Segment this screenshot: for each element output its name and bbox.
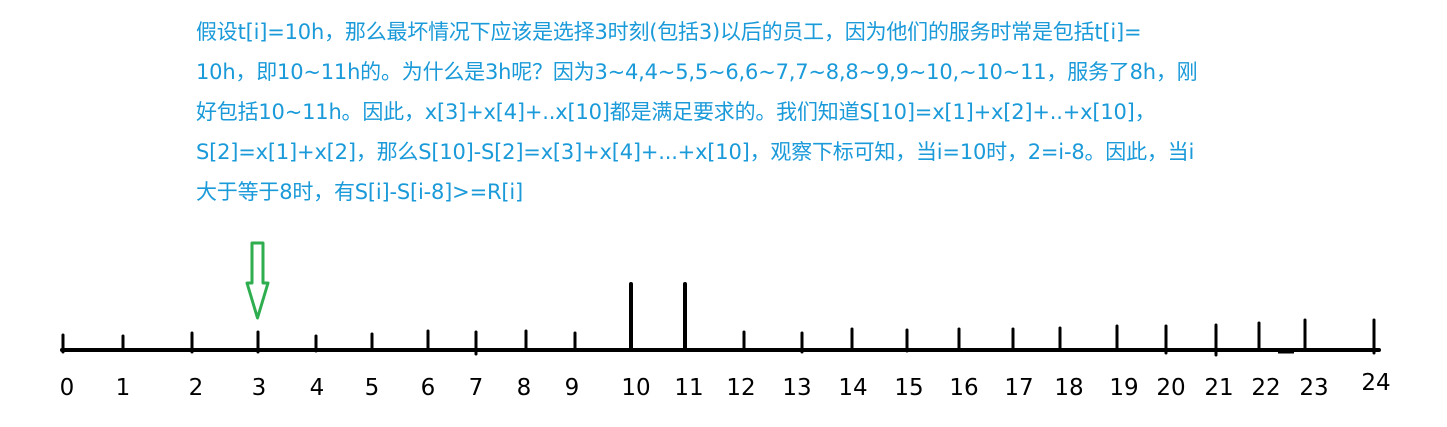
- timeline-label-19: 19: [1109, 375, 1138, 401]
- timeline-label-7: 7: [469, 375, 484, 401]
- timeline-label-3: 3: [252, 375, 267, 401]
- timeline-label-21: 21: [1204, 375, 1233, 401]
- timeline-label-23: 23: [1299, 375, 1328, 401]
- timeline: 0 1 2 3 4 5 6 7 8 9 10 11 12 13 14 15 16 17 18 19 20 21 22 23 24: [60, 241, 1391, 401]
- timeline-label-11: 11: [674, 375, 703, 401]
- timeline-label-18: 18: [1054, 375, 1083, 401]
- diagram-canvas: 假设t[i]=10h，那么最坏情况下应该是选择3时刻(包括3)以后的员工，因为他…: [0, 0, 1447, 427]
- timeline-label-16: 16: [949, 375, 978, 401]
- timeline-label-10: 10: [621, 375, 650, 401]
- timeline-label-0: 0: [60, 375, 75, 401]
- timeline-label-14: 14: [838, 375, 867, 401]
- timeline-label-20: 20: [1156, 375, 1185, 401]
- timeline-labels: 0 1 2 3 4 5 6 7 8 9 10 11 12 13 14 15 16 17 18 19 20 21 22 23 24: [60, 370, 1391, 401]
- timeline-label-6: 6: [421, 375, 436, 401]
- timeline-label-15: 15: [894, 375, 923, 401]
- timeline-label-13: 13: [782, 375, 811, 401]
- timeline-label-5: 5: [365, 375, 380, 401]
- timeline-label-17: 17: [1004, 375, 1033, 401]
- timeline-label-24: 24: [1361, 370, 1390, 396]
- timeline-label-2: 2: [189, 375, 204, 401]
- timeline-label-4: 4: [310, 375, 325, 401]
- timeline-label-1: 1: [116, 375, 131, 401]
- timeline-label-9: 9: [565, 375, 580, 401]
- hollow-down-arrow-icon: [245, 241, 270, 320]
- timeline-label-12: 12: [726, 375, 755, 401]
- timeline-label-8: 8: [517, 375, 532, 401]
- timeline-label-22: 22: [1251, 375, 1280, 401]
- timeline-ticks: [61, 282, 1376, 357]
